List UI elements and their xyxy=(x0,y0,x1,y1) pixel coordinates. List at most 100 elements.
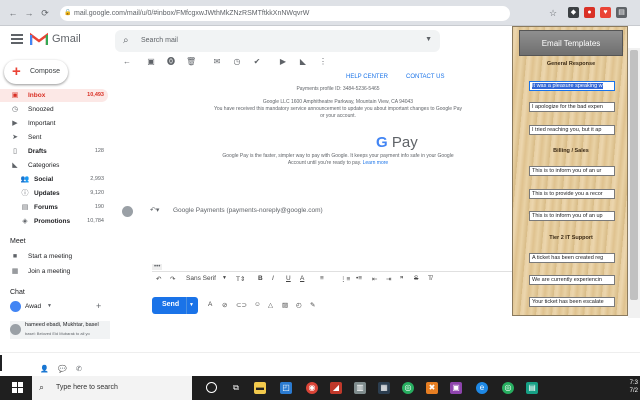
text-size-icon[interactable]: T⇕ xyxy=(236,275,245,283)
chat-bubble-icon[interactable]: 💬 xyxy=(58,365,67,373)
template-item[interactable]: I tried reaching you, but it ap xyxy=(529,125,615,135)
star-icon[interactable]: ☆ xyxy=(548,8,558,18)
app-icon[interactable]: ▥ xyxy=(354,382,366,394)
extension-icon[interactable]: ● xyxy=(584,7,595,18)
drive-icon[interactable]: △ xyxy=(268,301,273,309)
show-trimmed-icon[interactable]: ••• xyxy=(152,264,163,270)
underline-icon[interactable]: U xyxy=(286,275,291,282)
sidebar-item-important[interactable]: ▶ Important xyxy=(0,117,108,130)
template-item[interactable]: We are currently experiencin xyxy=(529,275,615,285)
caret-down-icon[interactable]: ▼ xyxy=(47,303,52,309)
sidebar-item-promotions[interactable]: ◈ Promotions 10,784 xyxy=(0,215,108,228)
app-icon[interactable]: ◢ xyxy=(330,382,342,394)
mark-unread-icon[interactable]: ✉ xyxy=(212,57,222,67)
start-meeting-button[interactable]: ■ Start a meeting xyxy=(0,250,108,263)
confidential-icon[interactable]: ◴ xyxy=(296,301,302,309)
more-icon[interactable]: ⋮ xyxy=(318,57,328,67)
back-icon[interactable]: ← xyxy=(8,8,18,18)
help-center-link[interactable]: HELP CENTER xyxy=(346,74,388,80)
main-menu-icon[interactable] xyxy=(11,34,23,44)
caret-down-icon[interactable]: ▼ xyxy=(222,275,227,281)
template-item[interactable]: This is to inform you of an up xyxy=(529,211,615,221)
delete-icon[interactable]: 🗑 xyxy=(186,57,196,67)
indent-more-icon[interactable]: ⇥ xyxy=(386,275,391,283)
edge-icon[interactable]: e xyxy=(476,382,488,394)
font-select[interactable]: Sans Serif xyxy=(186,275,216,282)
text-color-icon[interactable]: A xyxy=(300,275,304,282)
caret-down-icon[interactable]: ▼ xyxy=(425,36,432,43)
emoji-icon[interactable]: ☺ xyxy=(254,301,261,308)
sidebar-item-sent[interactable]: ➤ Sent xyxy=(0,131,108,144)
indent-less-icon[interactable]: ⇤ xyxy=(372,275,377,283)
numbered-list-icon[interactable]: ⋮≡ xyxy=(340,275,350,283)
send-options-icon[interactable]: ▼ xyxy=(189,302,194,308)
learn-more-link[interactable]: Learn more xyxy=(363,160,389,166)
app-icon[interactable]: ◎ xyxy=(402,382,414,394)
app-icon[interactable]: ◎ xyxy=(502,382,514,394)
template-item[interactable]: I apologize for the bad expen xyxy=(529,102,615,112)
add-task-icon[interactable]: ✔ xyxy=(252,57,262,67)
app-icon[interactable]: ✖ xyxy=(426,382,438,394)
undo-icon[interactable]: ↶ xyxy=(156,275,161,283)
chat-conversation[interactable]: hameed ebadi, Mukhtar, basel basel: Belo… xyxy=(10,321,110,339)
report-spam-icon[interactable]: ⓿ xyxy=(166,57,176,67)
format-options-icon[interactable]: A xyxy=(208,301,212,308)
store-icon[interactable]: ◰ xyxy=(280,382,292,394)
sidebar-item-forums[interactable]: ▤ Forums 190 xyxy=(0,201,108,214)
recipient[interactable]: Google Payments (payments-noreply@google… xyxy=(173,207,323,214)
person-icon[interactable]: 👤 xyxy=(40,365,49,373)
chat-user[interactable]: Awad ▼ + xyxy=(10,301,110,313)
remove-formatting-icon[interactable]: T̸ xyxy=(428,275,432,282)
reload-icon[interactable]: ⟳ xyxy=(40,8,50,18)
template-item[interactable]: This is to provide you a recor xyxy=(529,189,615,199)
forward-icon[interactable]: → xyxy=(24,8,34,18)
file-explorer-icon[interactable]: ▬ xyxy=(254,382,266,394)
app-icon[interactable]: ▤ xyxy=(526,382,538,394)
search-input[interactable]: ⌕ Search mail ▼ xyxy=(115,30,440,52)
snooze-icon[interactable]: ◷ xyxy=(232,57,242,67)
extension-icon[interactable]: ▤ xyxy=(616,7,627,18)
search-icon[interactable]: ⌕ xyxy=(123,35,129,46)
bulleted-list-icon[interactable]: •≡ xyxy=(356,275,362,282)
send-button[interactable]: Send ▼ xyxy=(152,297,198,314)
signature-icon[interactable]: ✎ xyxy=(310,301,315,309)
template-item[interactable]: This is to inform you of an ur xyxy=(529,166,615,176)
archive-icon[interactable]: ▣ xyxy=(146,57,156,67)
page-scrollbar[interactable] xyxy=(628,48,640,318)
redo-icon[interactable]: ↷ xyxy=(170,275,175,283)
template-item[interactable]: Your ticket has been escalate xyxy=(529,297,615,307)
sidebar-item-drafts[interactable]: ▯ Drafts 128 xyxy=(0,145,108,158)
cortana-icon[interactable] xyxy=(206,382,217,393)
extension-icon[interactable]: ◆ xyxy=(568,7,579,18)
sidebar-item-updates[interactable]: ⓘ Updates 9,120 xyxy=(0,187,108,200)
templates-title[interactable]: Email Templates xyxy=(519,30,623,56)
reply-type-icon[interactable]: ↶▾ xyxy=(150,206,159,214)
move-to-icon[interactable]: ▶ xyxy=(278,57,288,67)
taskbar-clock[interactable]: 7:3 7/2 xyxy=(630,379,638,395)
label-icon[interactable]: ◣ xyxy=(298,57,308,67)
chrome-icon[interactable]: ◉ xyxy=(306,382,318,394)
template-item[interactable]: A ticket has been created reg xyxy=(529,253,615,263)
template-item[interactable]: It was a pleasure speaking w xyxy=(529,81,615,91)
sidebar-item-inbox[interactable]: ▣ Inbox 10,493 xyxy=(0,89,108,102)
windows-start-icon[interactable] xyxy=(12,382,24,394)
task-view-icon[interactable]: ⧉ xyxy=(230,382,242,394)
sidebar-item-categories[interactable]: ◣ Categories xyxy=(0,159,108,172)
sidebar-item-snoozed[interactable]: ◷ Snoozed xyxy=(0,103,108,116)
bold-icon[interactable]: B xyxy=(258,275,263,282)
scrollbar-thumb[interactable] xyxy=(630,50,638,300)
compose-button[interactable]: + Compose xyxy=(4,60,68,84)
extension-icon[interactable]: ♥ xyxy=(600,7,611,18)
strikethrough-icon[interactable]: S xyxy=(414,275,418,282)
taskbar-search-input[interactable]: ⌕ Type here to search xyxy=(32,376,192,400)
address-bar[interactable]: 🔒 mail.google.com/mail/u/0/#inbox/FMfcgx… xyxy=(60,6,510,21)
align-icon[interactable]: ≡ xyxy=(320,275,324,282)
add-chat-icon[interactable]: + xyxy=(96,301,101,311)
italic-icon[interactable]: I xyxy=(272,275,274,282)
link-icon[interactable]: ⊂⊃ xyxy=(236,301,247,309)
join-meeting-button[interactable]: ▦ Join a meeting xyxy=(0,265,108,278)
phone-icon[interactable]: ✆ xyxy=(76,365,82,373)
quote-icon[interactable]: ❞ xyxy=(400,275,404,283)
sidebar-item-social[interactable]: 👥 Social 2,993 xyxy=(0,173,108,186)
app-icon[interactable]: ▦ xyxy=(378,382,390,394)
